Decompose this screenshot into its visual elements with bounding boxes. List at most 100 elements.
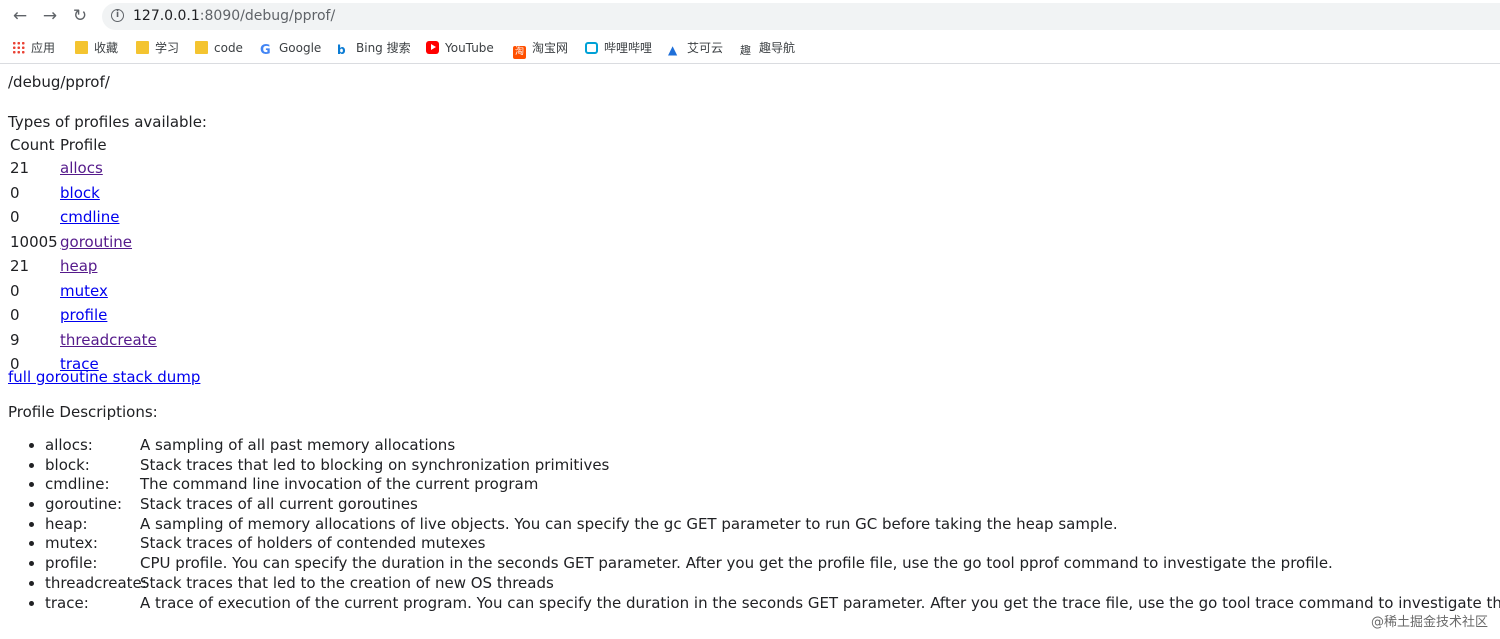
- list-item: cmdline: The command line invocation of t…: [45, 475, 1500, 495]
- count-cell: 0: [10, 208, 20, 226]
- table-row: 0 profile: [10, 305, 157, 328]
- bookmark-cloud[interactable]: ▲ 艾可云: [668, 39, 723, 57]
- count-cell: 0: [10, 183, 20, 202]
- info-icon[interactable]: i: [111, 9, 124, 22]
- profile-link-cmdline[interactable]: cmdline: [60, 208, 119, 226]
- desc-text: The command line invocation of the curre…: [140, 475, 539, 494]
- list-item: threadcreate:Stack traces that led to th…: [45, 574, 1500, 594]
- count-cell: 9: [10, 330, 20, 349]
- bookmark-label: 学习: [155, 41, 180, 55]
- table-row: 21 allocs: [10, 158, 157, 181]
- count-cell: 21: [10, 257, 30, 275]
- bookmark-google[interactable]: G Google: [260, 39, 322, 58]
- bookmark-nav[interactable]: 趣趣导航: [740, 39, 795, 57]
- url-path: :8090/debug/pprof/: [199, 8, 336, 24]
- bookmark-label: code: [214, 41, 243, 55]
- youtube-icon: [426, 41, 439, 54]
- profile-link-allocs[interactable]: allocs: [60, 159, 103, 177]
- watermark: @稀土掘金技术社区: [1370, 615, 1488, 630]
- table-row: 0 mutex: [10, 281, 157, 304]
- list-item: profile: CPU profile. You can specify the…: [45, 554, 1500, 574]
- cloud-icon: ▲: [668, 43, 678, 57]
- bookmark-label: 淘宝网: [532, 41, 569, 55]
- types-label: Types of profiles available:: [8, 113, 207, 131]
- bookmark-study[interactable]: 学习: [136, 39, 179, 57]
- desc-name: trace:: [45, 593, 89, 612]
- profile-link-block[interactable]: block: [60, 184, 100, 202]
- bookmark-code[interactable]: code: [195, 39, 243, 57]
- folder-icon: [75, 41, 88, 54]
- table-row: 21 heap: [10, 256, 157, 279]
- list-item: trace: A trace of execution of the curren…: [45, 594, 1500, 614]
- desc-text: Stack traces that led to blocking on syn…: [140, 455, 610, 474]
- full-goroutine-dump-link[interactable]: full goroutine stack dump: [8, 368, 200, 386]
- reload-icon[interactable]: ↻: [69, 5, 91, 27]
- desc-name: mutex:: [45, 534, 98, 553]
- google-icon: G: [260, 43, 271, 58]
- table-row: 9 threadcreate: [10, 330, 157, 353]
- taobao-icon: 淘: [513, 46, 526, 59]
- profile-link-profile[interactable]: profile: [60, 306, 107, 324]
- table-row: 0 block: [10, 183, 157, 206]
- bookmark-label: 收藏: [94, 41, 119, 55]
- desc-text: A trace of execution of the current prog…: [140, 593, 1500, 612]
- url-text[interactable]: 127.0.0.1:8090/debug/pprof/: [133, 8, 335, 24]
- bookmark-apps[interactable]: 应用: [12, 39, 55, 57]
- bookmark-youtube[interactable]: YouTube: [426, 39, 494, 57]
- browser-toolbar: ← → ↻ i 127.0.0.1:8090/debug/pprof/: [0, 0, 1500, 33]
- profile-link-goroutine[interactable]: goroutine: [60, 233, 132, 251]
- profiles-table: Count Profile 21 allocs 0 block 0 cmdline 1…: [8, 133, 159, 379]
- bookmark-label: 艾可云: [687, 41, 724, 55]
- bookmark-label: Google: [279, 41, 322, 55]
- nav-icon: 趣: [740, 44, 751, 57]
- desc-text: CPU profile. You can specify the duratio…: [140, 554, 1333, 573]
- profile-link-heap[interactable]: heap: [60, 257, 97, 275]
- forward-arrow-icon[interactable]: →: [39, 5, 61, 27]
- bookmark-label: YouTube: [445, 41, 494, 55]
- list-item: heap: A sampling of memory allocations of…: [45, 515, 1500, 535]
- desc-name: profile:: [45, 554, 98, 573]
- desc-text: Stack traces of holders of contended mut…: [140, 534, 486, 553]
- bookmark-bilibili[interactable]: 哔哩哔哩: [585, 39, 652, 57]
- descriptions-label: Profile Descriptions:: [8, 403, 158, 421]
- descriptions-list: allocs: A sampling of all past memory all…: [0, 436, 1500, 613]
- folder-icon: [136, 41, 149, 54]
- desc-text: Stack traces that led to the creation of…: [140, 573, 554, 592]
- bing-icon: b: [337, 43, 346, 57]
- desc-name: cmdline:: [45, 475, 110, 494]
- desc-name: goroutine:: [45, 495, 123, 514]
- count-header: Count: [10, 136, 55, 154]
- table-header-row: Count Profile: [10, 135, 157, 156]
- bilibili-icon: [585, 42, 598, 54]
- list-item: goroutine: Stack traces of all current go…: [45, 495, 1500, 515]
- bookmark-taobao[interactable]: 淘淘宝网: [513, 39, 569, 59]
- list-item: mutex: Stack traces of holders of contend…: [45, 534, 1500, 554]
- table-row: 0 cmdline: [10, 207, 157, 230]
- desc-text: A sampling of memory allocations of live…: [140, 514, 1118, 533]
- desc-text: A sampling of all past memory allocation…: [140, 436, 456, 454]
- apps-grid-icon: [12, 41, 25, 54]
- desc-name: threadcreate:: [45, 573, 147, 592]
- desc-name: block:: [45, 455, 90, 474]
- profile-link-threadcreate[interactable]: threadcreate: [60, 331, 157, 349]
- address-bar[interactable]: i 127.0.0.1:8090/debug/pprof/: [102, 3, 1500, 30]
- bookmark-label: 趣导航: [759, 41, 796, 55]
- page-title: /debug/pprof/: [8, 73, 110, 91]
- profile-link-mutex[interactable]: mutex: [60, 282, 108, 300]
- count-cell: 21: [10, 159, 30, 177]
- count-cell: 10005: [10, 232, 58, 251]
- back-arrow-icon[interactable]: ←: [9, 5, 31, 27]
- count-cell: 0: [10, 306, 20, 324]
- bookmark-bing[interactable]: b Bing 搜索: [337, 39, 411, 57]
- table-row: 10005 goroutine: [10, 232, 157, 255]
- count-cell: 0: [10, 281, 20, 300]
- bookmark-label: 哔哩哔哩: [604, 41, 653, 55]
- desc-name: heap:: [45, 514, 88, 533]
- list-item: allocs: A sampling of all past memory all…: [45, 436, 1500, 456]
- bookmark-label: 应用: [31, 41, 56, 55]
- desc-text: Stack traces of all current goroutines: [140, 495, 418, 514]
- profile-header: Profile: [60, 136, 107, 154]
- bookmark-favorites[interactable]: 收藏: [75, 39, 118, 57]
- url-host: 127.0.0.1: [133, 8, 200, 24]
- list-item: block: Stack traces that led to blocking …: [45, 456, 1500, 476]
